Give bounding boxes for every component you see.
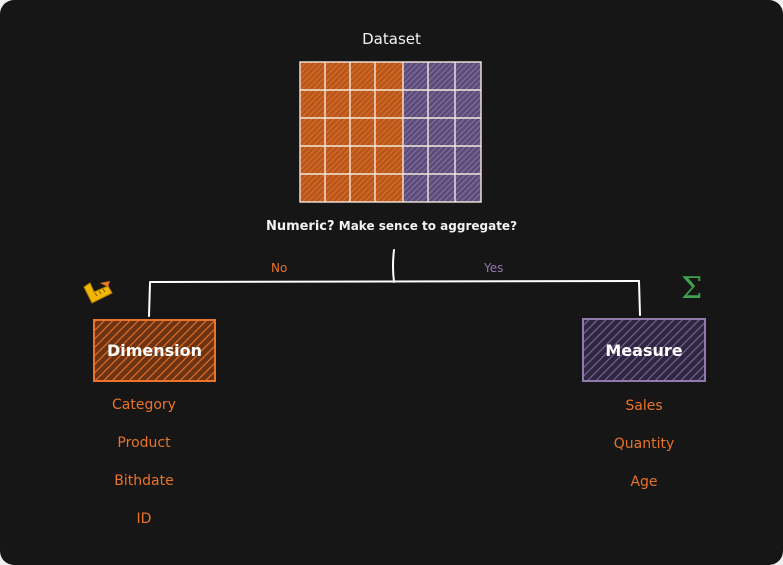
measure-label: Measure: [605, 341, 683, 360]
dimension-item-bithdate: Bithdate: [114, 473, 174, 489]
dimension-item-category: Category: [112, 397, 176, 413]
ruler-icon: [83, 281, 113, 304]
sigma-icon: Σ: [681, 271, 703, 306]
dataset-grid: [299, 61, 482, 203]
branch-yes-label: Yes: [484, 261, 504, 275]
dataset-grid-measure-part: [403, 62, 481, 202]
measure-item-sales: Sales: [625, 398, 663, 414]
branch-no-label: No: [271, 261, 288, 275]
measure-item-age: Age: [630, 474, 658, 490]
dataset-title: Dataset: [362, 30, 421, 48]
measure-item-quantity: Quantity: [613, 436, 675, 452]
dataset-grid-dimension-part: [300, 62, 403, 202]
decision-connectors: [148, 249, 641, 317]
dimension-label: Dimension: [106, 341, 203, 360]
question-main: Numeric?: [265, 219, 335, 234]
dimension-item-id: ID: [136, 511, 152, 527]
decision-question: Numeric? Make sence to aggregate?: [0, 219, 783, 234]
question-sub: Make sence to aggregate?: [338, 219, 518, 233]
diagram-canvas: Dataset Numeric? Make sence to aggregate…: [0, 0, 783, 565]
dimension-item-product: Product: [117, 435, 171, 451]
